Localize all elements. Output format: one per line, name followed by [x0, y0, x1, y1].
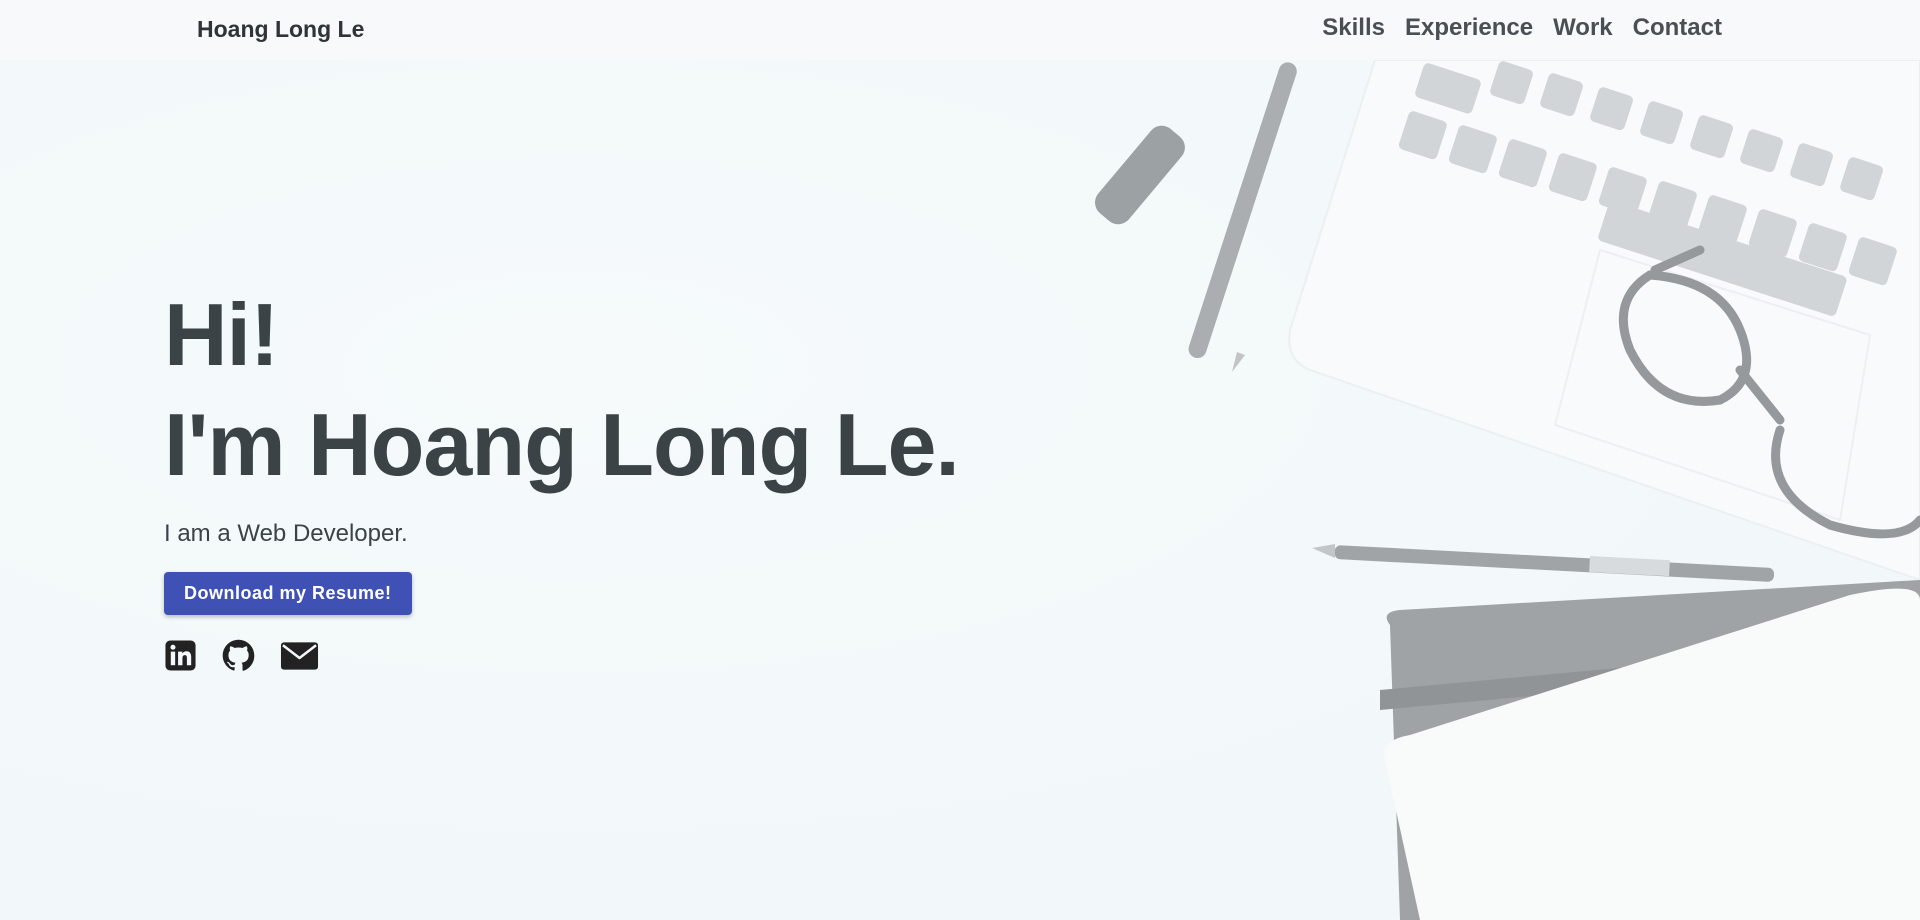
github-link[interactable] — [222, 639, 255, 672]
github-icon — [222, 639, 255, 671]
nav-link-contact[interactable]: Contact — [1633, 14, 1722, 42]
nav-links: Skills Experience Work Contact — [1322, 14, 1722, 42]
social-links — [164, 639, 959, 672]
linkedin-icon — [165, 640, 196, 671]
download-resume-button[interactable]: Download my Resume! — [164, 572, 412, 615]
navbar: Hoang Long Le Skills Experience Work Con… — [0, 0, 1920, 60]
nav-link-skills[interactable]: Skills — [1322, 14, 1385, 42]
nav-link-experience[interactable]: Experience — [1405, 14, 1533, 42]
brand-link[interactable]: Hoang Long Le — [197, 16, 364, 43]
hero-greeting: Hi! — [164, 285, 279, 384]
hero-tagline: I am a Web Developer. — [164, 520, 408, 547]
hero-section: Hi! I'm Hoang Long Le. I am a Web Develo… — [164, 280, 960, 672]
linkedin-link[interactable] — [164, 639, 197, 672]
hero-name: I'm Hoang Long Le. — [164, 395, 960, 494]
email-link[interactable] — [280, 641, 319, 671]
email-icon — [280, 641, 319, 670]
nav-link-work[interactable]: Work — [1553, 14, 1613, 42]
